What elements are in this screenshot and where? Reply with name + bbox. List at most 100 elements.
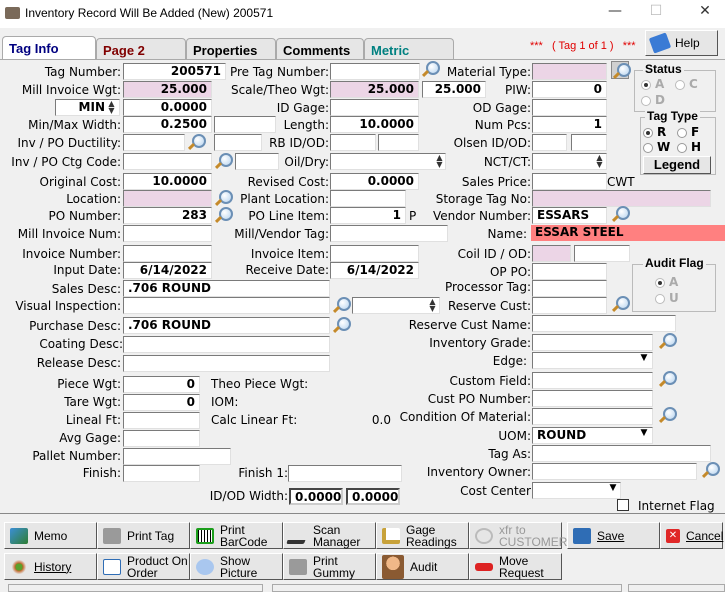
tare-wgt-field[interactable]: 0: [123, 394, 200, 411]
mill-vendor-tag-field[interactable]: [330, 225, 448, 242]
po-number-lookup-icon[interactable]: [214, 206, 233, 224]
tag-type-radio-w[interactable]: W: [643, 140, 670, 154]
inv-ctg-code-field[interactable]: [123, 153, 212, 170]
product-on-order-button[interactable]: Product On Order: [97, 553, 190, 580]
finish-1-field[interactable]: [288, 465, 402, 482]
vendor-lookup-icon[interactable]: [611, 205, 630, 223]
tab-comments[interactable]: Comments: [276, 38, 364, 60]
inventory-grade-lookup-icon[interactable]: [658, 332, 677, 350]
inventory-grade-field[interactable]: [532, 334, 653, 351]
condition-lookup-icon[interactable]: [658, 406, 677, 424]
invoice-item-field[interactable]: [330, 245, 419, 262]
material-type-lookup-icon[interactable]: [611, 61, 631, 79]
od-gage-field[interactable]: [532, 99, 607, 116]
receive-date-field[interactable]: 6/14/2022: [330, 262, 419, 279]
tag-type-radio-h[interactable]: H: [677, 140, 701, 154]
close-button[interactable]: ✕: [690, 3, 720, 23]
xfr-to-customer-button[interactable]: xfr to CUSTOMER: [469, 522, 567, 549]
tab-properties[interactable]: Properties: [186, 38, 276, 60]
coil-od-field[interactable]: [574, 245, 630, 262]
pre-tag-lookup-icon[interactable]: [421, 60, 440, 78]
cust-po-number-field[interactable]: [532, 390, 653, 407]
purchase-desc-lookup-icon[interactable]: [332, 316, 351, 334]
oil-dry-select[interactable]: [330, 153, 446, 170]
scale-wgt-field[interactable]: 25.000: [330, 81, 419, 98]
min-width-field[interactable]: 0.2500: [123, 116, 212, 133]
help-button[interactable]: Help: [645, 30, 718, 56]
avg-gage-field[interactable]: [123, 430, 200, 447]
tag-type-radio-r[interactable]: R: [643, 125, 666, 139]
print-barcode-button[interactable]: Print BarCode: [190, 522, 283, 549]
num-pcs-field[interactable]: 1: [532, 116, 607, 133]
coil-id-field[interactable]: [532, 245, 571, 262]
dropdown-arrow-icon[interactable]: ▼: [638, 353, 650, 363]
pallet-number-field[interactable]: [123, 448, 231, 465]
tag-as-field[interactable]: [532, 445, 711, 462]
processor-tag-field[interactable]: [532, 280, 607, 297]
spin-arrows-icon[interactable]: ▲ ▼: [106, 100, 117, 115]
unit-value-field[interactable]: 0.0000: [123, 99, 212, 116]
ctg-code-lookup-icon[interactable]: [214, 152, 233, 170]
tab-page-2[interactable]: Page 2: [96, 38, 186, 60]
purchase-desc-field[interactable]: .706 ROUND: [123, 317, 330, 334]
length-field[interactable]: 10.0000: [330, 116, 419, 133]
dropdown-arrow-icon[interactable]: ▼: [638, 428, 650, 438]
tag-number-field[interactable]: 200571: [123, 63, 226, 80]
release-desc-field[interactable]: [123, 355, 330, 372]
po-line-item-field[interactable]: 1: [330, 207, 406, 224]
ductility-lookup-icon[interactable]: [187, 133, 206, 151]
op-po-field[interactable]: [532, 263, 607, 280]
invoice-number-field[interactable]: [123, 245, 212, 262]
show-picture-button[interactable]: Show Picture: [190, 553, 283, 580]
internet-flag-checkbox[interactable]: [617, 499, 629, 511]
visual-inspection-field[interactable]: [123, 297, 330, 314]
edge-select[interactable]: [532, 352, 653, 369]
mill-invoice-num-field[interactable]: [123, 225, 212, 242]
custom-field-field[interactable]: [532, 372, 653, 389]
reserve-cust-name-field[interactable]: [532, 315, 676, 332]
po-ductility-field[interactable]: [214, 134, 262, 151]
location-field[interactable]: [123, 190, 212, 207]
custom-field-lookup-icon[interactable]: [658, 370, 677, 388]
id-width-field[interactable]: 0.0000: [289, 488, 343, 505]
pre-tag-number-field[interactable]: [330, 63, 420, 80]
olsen-od-field[interactable]: [571, 134, 607, 151]
tag-type-radio-f[interactable]: F: [677, 125, 699, 139]
theo-wgt-field[interactable]: 25.000: [422, 81, 486, 98]
uom-select[interactable]: ROUND: [532, 427, 653, 444]
finish-field[interactable]: [123, 465, 200, 482]
tab-tag-info[interactable]: Tag Info: [2, 36, 96, 60]
po-ctg-code-field[interactable]: [235, 153, 279, 170]
spin-arrows-icon[interactable]: ▲ ▼: [427, 298, 438, 313]
inventory-owner-field[interactable]: [532, 463, 697, 480]
move-request-button[interactable]: Move Request: [469, 553, 562, 580]
condition-of-material-field[interactable]: [532, 408, 653, 425]
legend-button[interactable]: Legend: [643, 156, 711, 174]
maximize-button[interactable]: ☐: [641, 3, 671, 23]
dropdown-arrow-icon[interactable]: ▼: [607, 483, 619, 493]
reserve-cust-field[interactable]: [532, 297, 607, 314]
cancel-button[interactable]: ✕ Cancel: [660, 522, 723, 549]
tab-metric[interactable]: Metric: [364, 38, 454, 60]
sales-price-field[interactable]: [532, 173, 607, 190]
max-width-field[interactable]: [214, 116, 276, 133]
audit-button[interactable]: Audit: [376, 553, 469, 580]
lineal-ft-field[interactable]: [123, 412, 200, 429]
reserve-cust-lookup-icon[interactable]: [611, 295, 630, 313]
coating-desc-field[interactable]: [123, 336, 330, 353]
vendor-number-field[interactable]: ESSARS: [532, 207, 607, 224]
plant-location-field[interactable]: [330, 190, 406, 207]
original-cost-field[interactable]: 10.0000: [123, 173, 212, 190]
revised-cost-field[interactable]: 0.0000: [330, 173, 419, 190]
piw-field[interactable]: 0: [532, 81, 607, 98]
od-width-field[interactable]: 0.0000: [346, 488, 400, 505]
po-number-field[interactable]: 283: [123, 207, 212, 224]
scan-manager-button[interactable]: Scan Manager: [283, 522, 376, 549]
piece-wgt-field[interactable]: 0: [123, 376, 200, 393]
print-tag-button[interactable]: Print Tag: [97, 522, 190, 549]
sales-desc-field[interactable]: .706 ROUND: [123, 280, 330, 297]
memo-button[interactable]: Memo: [4, 522, 97, 549]
input-date-field[interactable]: 6/14/2022: [123, 262, 212, 279]
rb-id-field[interactable]: [330, 134, 376, 151]
gage-readings-button[interactable]: Gage Readings: [376, 522, 469, 549]
